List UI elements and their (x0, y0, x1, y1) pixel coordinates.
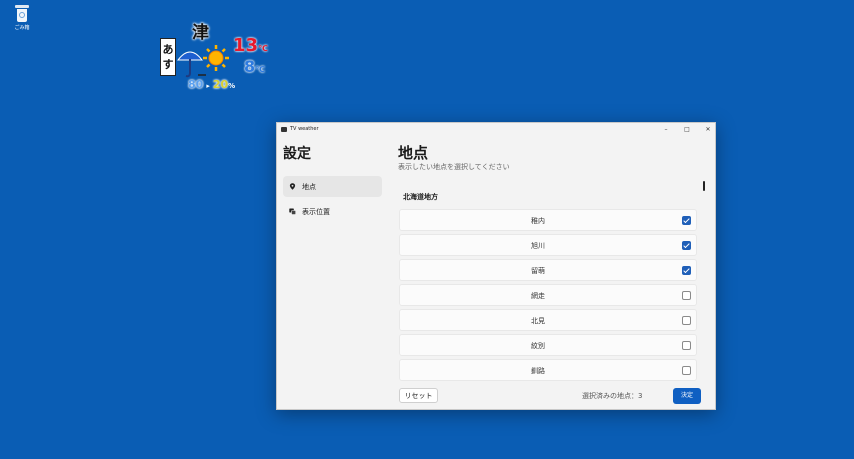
location-checkbox[interactable] (682, 241, 691, 250)
location-name: 北見 (531, 317, 545, 325)
page-subtitle: 表示したい地点を選択してください (398, 163, 510, 171)
location-row[interactable]: 留萌 (399, 259, 697, 281)
close-button[interactable]: ✕ (701, 125, 715, 135)
umbrella-then-sun-icon (176, 45, 229, 78)
location-row[interactable]: 旭川 (399, 234, 697, 256)
location-checkbox[interactable] (682, 216, 691, 225)
recycle-bin-desktop-icon[interactable]: ごみ箱 (10, 5, 34, 31)
sidebar-item-label: 表示位置 (302, 208, 330, 216)
weather-low-temp: 8℃ (244, 57, 265, 76)
location-name: 網走 (531, 292, 545, 300)
weather-high-temp: 13℃ (233, 35, 268, 56)
weather-widget: 津 あす 13℃ 8℃ 80 ▸ 20% (158, 18, 278, 91)
display-position-icon (289, 208, 296, 215)
location-checkbox[interactable] (682, 366, 691, 375)
confirm-button[interactable]: 決定 (673, 388, 701, 404)
maximize-button[interactable]: □ (680, 125, 694, 135)
window-title: TV weather (290, 126, 319, 132)
selected-count: 選択済みの地点：3 (582, 392, 643, 400)
sidebar-title: 設定 (283, 146, 311, 162)
location-row[interactable]: 釧路 (399, 359, 697, 381)
tv-app-icon (281, 127, 287, 132)
location-checkbox[interactable] (682, 266, 691, 275)
sidebar-item-display-position[interactable]: 表示位置 (283, 201, 382, 222)
page-title: 地点 (398, 144, 429, 162)
minimize-button[interactable]: – (659, 125, 673, 135)
location-row[interactable]: 網走 (399, 284, 697, 306)
location-pin-icon (289, 183, 296, 190)
location-row[interactable]: 稚内 (399, 209, 697, 231)
scrollbar-thumb[interactable] (703, 181, 705, 191)
location-row[interactable]: 北見 (399, 309, 697, 331)
recycle-bin-icon (15, 5, 29, 22)
location-name: 釧路 (531, 367, 545, 375)
location-name: 稚内 (531, 217, 545, 225)
reset-button[interactable]: リセット (399, 388, 438, 403)
recycle-bin-label: ごみ箱 (14, 25, 30, 31)
location-checkbox[interactable] (682, 316, 691, 325)
region-heading: 北海道地方 (403, 193, 438, 201)
location-name: 紋別 (531, 342, 545, 350)
location-name: 旭川 (531, 242, 545, 250)
weather-city: 津 (192, 23, 209, 43)
settings-window: TV weather – □ ✕ 設定 地点 表示位置 地点 表示したい地点を選… (276, 122, 716, 410)
location-name: 留萌 (531, 267, 545, 275)
weather-precip-chance: 80 ▸ 20% (188, 78, 236, 91)
sidebar-item-label: 地点 (302, 183, 316, 191)
title-bar[interactable]: TV weather – □ ✕ (277, 123, 715, 137)
location-checkbox[interactable] (682, 341, 691, 350)
location-checkbox[interactable] (682, 291, 691, 300)
location-row[interactable]: 紋別 (399, 334, 697, 356)
weather-day-label: あす (160, 38, 176, 76)
sidebar-item-location[interactable]: 地点 (283, 176, 382, 197)
